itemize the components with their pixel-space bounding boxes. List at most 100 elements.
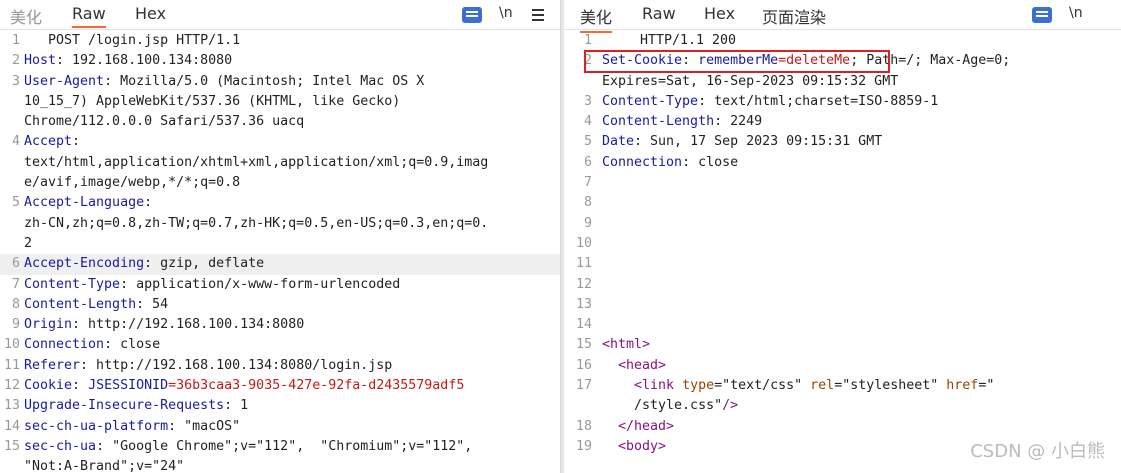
code-line: Chrome/112.0.0.0 Safari/537.36 uacq (0, 112, 560, 132)
line-text: Content-Type: application/x-www-form-url… (24, 275, 400, 295)
code-token: =" (978, 378, 995, 394)
code-line: 6 Accept-Encoding: gzip, deflate (0, 254, 560, 275)
code-line: 17 <link type="text/css" rel="stylesheet… (564, 376, 1121, 396)
code-token: rememberMe (698, 53, 779, 69)
line-number: 2 (583, 53, 592, 69)
code-token: /style.css" (602, 398, 723, 414)
tab-response-raw[interactable]: Raw (642, 4, 676, 23)
code-line: 8 (564, 193, 1121, 213)
code-token: <body> (602, 438, 667, 454)
code-line: 1 POST /login.jsp HTTP/1.1 (0, 31, 560, 51)
code-token: </head> (602, 418, 675, 434)
code-token: Accept-Language (24, 195, 145, 211)
code-line: 5 Date: Sun, 17 Sep 2023 09:15:31 GMT (564, 132, 1121, 152)
code-line: 2 Set-Cookie: rememberMe=deleteMe; Path=/… (564, 51, 1121, 71)
tab-request-beautify[interactable]: 美化 (10, 4, 42, 28)
line-text: Accept-Encoding: gzip, deflate (24, 254, 264, 274)
code-line: 15 sec-ch-ua: "Google Chrome";v="112", "C… (0, 437, 560, 457)
watermark: CSDN @ 小白熊 (970, 441, 1105, 462)
code-line: 10_15_7) AppleWebKit/537.36 (KHTML, like… (0, 92, 560, 112)
code-line: 1 HTTP/1.1 200 (564, 31, 1121, 51)
line-number: 14 (3, 418, 20, 434)
wrap-toggle-icon[interactable] (462, 7, 482, 23)
request-tabbar: 美化 Raw Hex \n (0, 0, 560, 30)
line-text: Content-Length: 2249 (602, 112, 762, 132)
line-number: 10 (575, 235, 592, 251)
code-token: : close (682, 154, 739, 170)
line-number: 6 (11, 256, 20, 272)
line-text: Host: 192.168.100.134:8080 (24, 51, 232, 71)
request-editor[interactable]: 1 POST /login.jsp HTTP/1.1 2 Host: 192.168.… (0, 31, 560, 473)
line-text: Accept-Language: (24, 193, 152, 213)
response-newline-toggle-icon[interactable]: \n (1069, 5, 1083, 21)
code-token: Content-Type (602, 93, 699, 109)
code-token: Date (602, 134, 635, 150)
line-text: e/avif,image/webp,*/*;q=0.8 (24, 173, 240, 193)
line-number: 15 (3, 438, 20, 454)
code-token: : "Google Chrome";v="112", "Chromium";v=… (96, 438, 473, 454)
request-pane: 美化 Raw Hex \n 1 POST /login.jsp HTTP/1.1 2… (0, 0, 560, 473)
response-tabbar: 美化 Raw Hex 页面渲染 \n (564, 0, 1121, 33)
line-text: Accept: (24, 132, 80, 152)
line-number: 8 (583, 195, 592, 211)
response-pane: 美化 Raw Hex 页面渲染 \n 1 HTTP/1.1 200 2 Set-Coo… (564, 0, 1121, 473)
code-token: ="text/css" (714, 378, 811, 394)
line-text: zh-CN,zh;q=0.8,zh-TW;q=0.7,zh-HK;q=0.5,e… (24, 214, 488, 234)
code-token: rel (810, 378, 835, 394)
line-text: Date: Sun, 17 Sep 2023 09:15:31 GMT (602, 132, 882, 152)
code-line: 4 Content-Length: 2249 (564, 112, 1121, 132)
code-token: href (946, 378, 979, 394)
code-token: : 2249 (714, 114, 763, 130)
tab-request-raw[interactable]: Raw (72, 4, 106, 28)
tab-request-hex[interactable]: Hex (135, 4, 166, 23)
code-line: 9 Origin: http://192.168.100.134:8080 (0, 315, 560, 335)
code-token: <head> (602, 357, 667, 373)
line-number: 7 (583, 175, 592, 191)
line-text: /style.css"/> (602, 396, 738, 416)
code-token: : application/x-www-form-urlencoded (120, 276, 401, 292)
line-number: 15 (575, 337, 592, 353)
code-line: 7 (564, 173, 1121, 193)
code-line: 12 (564, 275, 1121, 295)
code-line: 3 Content-Type: text/html;charset=ISO-885… (564, 92, 1121, 112)
code-line: 11 Referer: http://192.168.100.134:8080/l… (0, 356, 560, 376)
response-editor[interactable]: 1 HTTP/1.1 200 2 Set-Cookie: rememberMe=del… (564, 31, 1121, 473)
code-token: Cookie (24, 378, 73, 394)
line-number: 9 (11, 317, 20, 333)
menu-icon[interactable] (532, 9, 544, 24)
code-token: : Mozilla/5.0 (Macintosh; Intel Mac OS X (104, 73, 425, 89)
code-token: Content-Type (24, 276, 121, 292)
line-text: Expires=Sat, 16-Sep-2023 09:15:32 GMT (602, 72, 898, 92)
line-text: Origin: http://192.168.100.134:8080 (24, 315, 304, 335)
code-token: Referer (24, 357, 81, 373)
tab-response-hex[interactable]: Hex (704, 4, 735, 23)
code-token: Origin (24, 317, 73, 333)
code-token: : (72, 134, 81, 150)
code-line: 9 (564, 214, 1121, 234)
line-number: 4 (11, 134, 20, 150)
tab-response-render[interactable]: 页面渲染 (762, 4, 826, 28)
code-line: 4 Accept: (0, 132, 560, 152)
newline-toggle-icon[interactable]: \n (499, 5, 513, 21)
code-token: <link (602, 378, 683, 394)
code-line: 5 Accept-Language: (0, 193, 560, 213)
line-text: <head> (602, 356, 666, 376)
code-line: 3 User-Agent: Mozilla/5.0 (Macintosh; Int… (0, 72, 560, 92)
line-text: text/html,application/xhtml+xml,applicat… (24, 153, 488, 173)
line-number: 13 (575, 296, 592, 312)
code-token: : gzip, deflate (144, 256, 265, 272)
code-line: 6 Connection: close (564, 153, 1121, 173)
tab-response-beautify[interactable]: 美化 (580, 4, 613, 33)
line-number: 12 (575, 276, 592, 292)
code-token: type (682, 378, 715, 394)
line-number: 2 (11, 53, 20, 69)
code-token: ="stylesheet" (834, 378, 947, 394)
code-line: 14 sec-ch-ua-platform: "macOS" (0, 417, 560, 437)
code-token: Content-Length (24, 296, 137, 312)
response-wrap-toggle-icon[interactable] (1032, 7, 1052, 23)
line-text: Content-Length: 54 (24, 295, 168, 315)
line-number: 13 (3, 398, 20, 414)
line-number: 5 (11, 195, 20, 211)
code-token: Connection (24, 337, 105, 353)
code-token: User-Agent (24, 73, 105, 89)
